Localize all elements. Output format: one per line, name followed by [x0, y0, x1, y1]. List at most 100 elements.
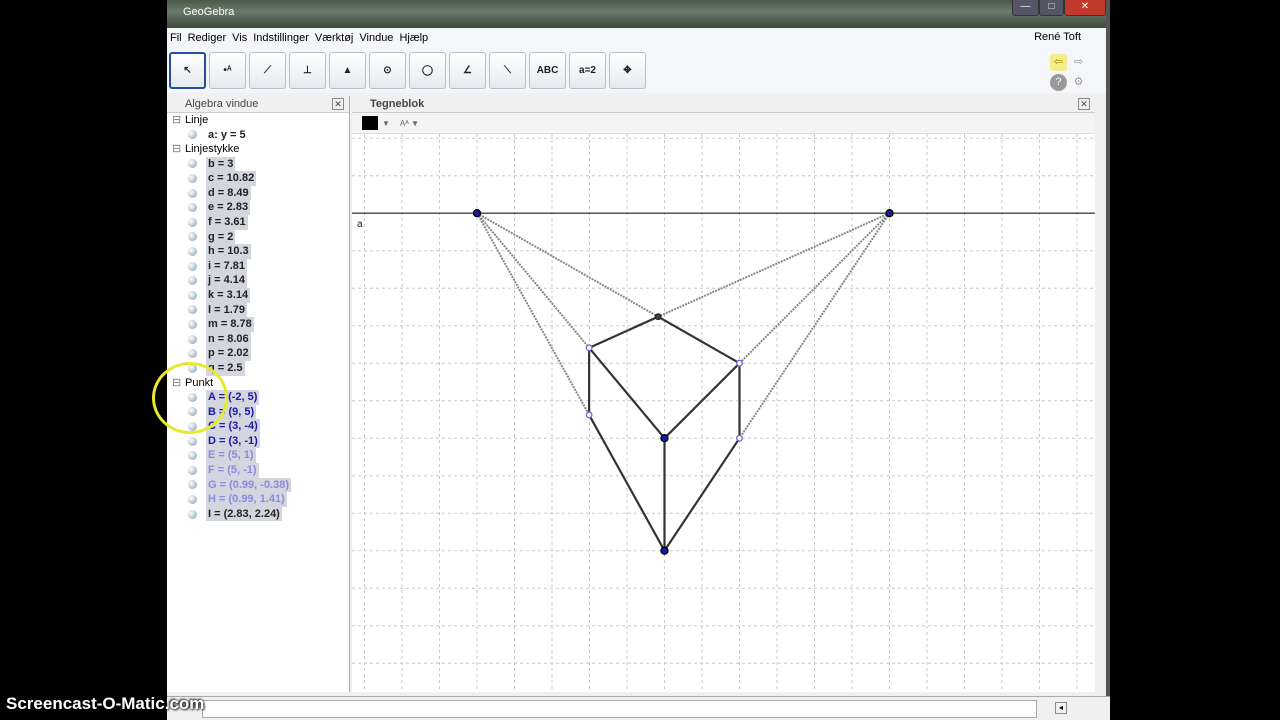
polygon-tool[interactable]: ▲: [329, 52, 366, 89]
gear-icon[interactable]: ⚙: [1070, 74, 1087, 91]
list-item[interactable]: d = 8.49: [172, 185, 349, 201]
graphics-panel: Tegneblok ✕ ▼ Aᴬ ▼ a: [352, 96, 1095, 692]
object-definition: H = (0.99, 1.41): [206, 492, 287, 507]
visibility-toggle-icon[interactable]: [188, 334, 197, 344]
list-item[interactable]: j = 4.14: [172, 273, 349, 288]
list-item[interactable]: k = 3.14: [172, 287, 349, 303]
list-item[interactable]: m = 8.78: [172, 317, 349, 332]
reflect-tool[interactable]: ⟍: [489, 52, 526, 89]
visibility-toggle-icon[interactable]: [188, 451, 197, 461]
angle-tool[interactable]: ∠: [449, 52, 486, 89]
collapse-icon[interactable]: ⊟: [172, 113, 185, 128]
visibility-toggle-icon[interactable]: [188, 349, 197, 359]
object-definition: b = 3: [206, 156, 236, 172]
tree-group[interactable]: ⊟ Linje: [172, 113, 349, 128]
list-item[interactable]: c = 10.82: [172, 171, 349, 186]
algebra-title: Algebra vindue: [185, 98, 259, 110]
conic-tool[interactable]: ◯: [409, 52, 446, 89]
list-item[interactable]: G = (0.99, -0.38): [172, 477, 349, 493]
text-style-icon[interactable]: Aᴬ ▼: [400, 119, 419, 128]
circle-tool[interactable]: ⊙: [369, 52, 406, 89]
visibility-toggle-icon[interactable]: [188, 276, 197, 286]
chevron-down-icon[interactable]: ▼: [382, 119, 390, 128]
visibility-toggle-icon[interactable]: [188, 159, 197, 169]
menu-fil[interactable]: Fil: [170, 32, 182, 44]
visibility-toggle-icon[interactable]: [188, 305, 197, 315]
visibility-toggle-icon[interactable]: [188, 188, 197, 198]
visibility-toggle-icon[interactable]: [188, 465, 197, 475]
list-item[interactable]: l = 1.79: [172, 302, 349, 318]
visibility-toggle-icon[interactable]: [188, 203, 197, 213]
point-D: [660, 434, 669, 443]
menu-vaerktoj[interactable]: Værktøj: [315, 32, 354, 44]
tree-group[interactable]: ⊟ Linjestykke: [172, 142, 349, 157]
list-item[interactable]: f = 3.61: [172, 214, 349, 230]
redo-icon[interactable]: ⇨: [1070, 54, 1087, 71]
object-definition: e = 2.83: [206, 200, 251, 215]
list-item[interactable]: h = 10.3: [172, 244, 349, 259]
close-button[interactable]: ✕: [1064, 0, 1106, 16]
segment-dotted: [476, 212, 659, 318]
segment-tool[interactable]: ⟋: [249, 52, 286, 89]
list-item[interactable]: i = 7.81: [172, 258, 349, 274]
visibility-toggle-icon[interactable]: [188, 480, 197, 490]
move-tool[interactable]: ↖: [169, 52, 206, 89]
visibility-toggle-icon[interactable]: [188, 319, 197, 329]
visibility-toggle-icon[interactable]: [188, 217, 197, 227]
line-a-label: a: [357, 219, 363, 230]
menu-vis[interactable]: Vis: [232, 32, 247, 44]
symbol-menu-icon[interactable]: ◂: [1055, 702, 1067, 714]
list-item[interactable]: n = 8.06: [172, 331, 349, 347]
undo-redo-group: ⇦ ⇨ ? ⚙: [1050, 54, 1090, 91]
list-item[interactable]: b = 3: [172, 156, 349, 172]
list-item[interactable]: a: y = 5: [172, 128, 349, 143]
menu-vindue[interactable]: Vindue: [359, 32, 393, 44]
object-definition: p = 2.02: [206, 346, 251, 361]
visibility-toggle-icon[interactable]: [188, 130, 197, 140]
list-item[interactable]: H = (0.99, 1.41): [172, 492, 349, 507]
object-definition: g = 2: [206, 229, 236, 245]
help-icon[interactable]: ?: [1050, 74, 1067, 91]
point-H: [585, 344, 593, 352]
list-item[interactable]: D = (3, -1): [172, 433, 349, 449]
object-definition: k = 3.14: [206, 287, 251, 303]
menu-rediger[interactable]: Rediger: [188, 32, 227, 44]
visibility-toggle-icon[interactable]: [188, 173, 197, 183]
maximize-button[interactable]: □: [1039, 0, 1064, 16]
point-tool[interactable]: •ᴬ: [209, 52, 246, 89]
perpendicular-tool[interactable]: ⊥: [289, 52, 326, 89]
menu-bar: Fil Rediger Vis Indstillinger Værktøj Vi…: [167, 28, 1106, 48]
menu-indstillinger[interactable]: Indstillinger: [253, 32, 309, 44]
visibility-toggle-icon[interactable]: [188, 232, 197, 242]
object-definition: D = (3, -1): [206, 433, 260, 449]
list-item[interactable]: e = 2.83: [172, 200, 349, 215]
slider-tool[interactable]: a=2: [569, 52, 606, 89]
user-name: René Toft: [1034, 31, 1081, 43]
minimize-button[interactable]: —: [1012, 0, 1039, 16]
menu-hjaelp[interactable]: Hjælp: [399, 32, 428, 44]
list-item[interactable]: p = 2.02: [172, 346, 349, 361]
list-item[interactable]: I = (2.83, 2.24): [172, 506, 349, 522]
visibility-toggle-icon[interactable]: [188, 494, 197, 504]
object-definition: m = 8.78: [206, 317, 254, 332]
list-item[interactable]: F = (5, -1): [172, 462, 349, 478]
color-swatch[interactable]: [362, 116, 378, 130]
input-field[interactable]: [202, 700, 1037, 718]
close-panel-icon[interactable]: ✕: [1078, 98, 1090, 110]
text-tool[interactable]: ABC: [529, 52, 566, 89]
visibility-toggle-icon[interactable]: [188, 509, 197, 519]
drawing-canvas[interactable]: a: [352, 134, 1095, 691]
segment: [663, 437, 741, 552]
visibility-toggle-icon[interactable]: [188, 290, 197, 300]
visibility-toggle-icon[interactable]: [188, 261, 197, 271]
object-definition: j = 4.14: [206, 273, 248, 288]
visibility-toggle-icon[interactable]: [188, 246, 197, 256]
visibility-toggle-icon[interactable]: [188, 436, 197, 446]
close-panel-icon[interactable]: ✕: [332, 98, 344, 110]
list-item[interactable]: g = 2: [172, 229, 349, 245]
list-item[interactable]: E = (5, 1): [172, 448, 349, 463]
collapse-icon[interactable]: ⊟: [172, 142, 185, 157]
move-view-tool[interactable]: ✥: [609, 52, 646, 89]
undo-icon[interactable]: ⇦: [1050, 54, 1067, 71]
object-definition: E = (5, 1): [206, 448, 256, 463]
